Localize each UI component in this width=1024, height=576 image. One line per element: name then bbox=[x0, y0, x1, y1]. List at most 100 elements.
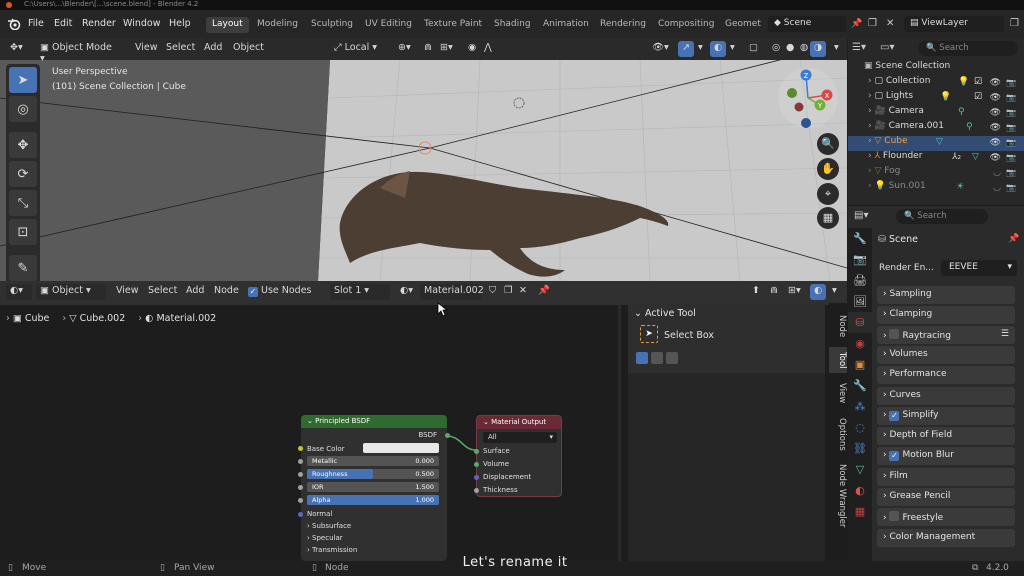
render-camera-icon[interactable]: 📷 bbox=[1006, 108, 1016, 117]
use-nodes-toggle[interactable]: ✓ Use Nodes bbox=[244, 284, 316, 300]
section-motion-blur[interactable]: › ✓ Motion Blur bbox=[877, 447, 1015, 465]
tab-animation[interactable]: Animation bbox=[537, 17, 595, 33]
menu-window[interactable]: Window bbox=[123, 18, 160, 29]
use-nodes-checkbox[interactable]: ✓ bbox=[248, 287, 258, 297]
freestyle-checkbox[interactable] bbox=[889, 511, 900, 521]
subsurface-panel[interactable]: › Subsurface bbox=[307, 522, 351, 530]
gizmo-toggle-icon[interactable]: ↗ bbox=[678, 41, 694, 57]
tab-shading[interactable]: Shading bbox=[488, 17, 537, 33]
render-camera-icon[interactable]: 📷 bbox=[1006, 93, 1016, 102]
displacement-socket[interactable] bbox=[474, 475, 479, 480]
node-snap-target-icon[interactable]: ⊞▾ bbox=[784, 284, 805, 300]
render-tab-icon[interactable]: 📷 bbox=[848, 249, 872, 270]
exclude-checkbox-icon[interactable]: ☑ bbox=[974, 77, 982, 87]
constraints-tab-icon[interactable]: ⛓ bbox=[848, 438, 872, 459]
blender-logo-icon[interactable] bbox=[7, 18, 21, 30]
tab-geometry-nodes[interactable]: Geomet bbox=[719, 17, 767, 33]
view-layer-tab-icon[interactable]: 🖼 bbox=[848, 291, 872, 312]
section-freestyle[interactable]: › Freestyle bbox=[877, 508, 1015, 526]
scene-selector[interactable]: ◆ Scene bbox=[768, 16, 846, 32]
tab-options[interactable]: Options bbox=[829, 413, 847, 455]
volume-socket[interactable] bbox=[474, 462, 479, 467]
alpha-socket[interactable] bbox=[298, 498, 303, 503]
roughness-socket[interactable] bbox=[298, 472, 303, 477]
slot-dropdown[interactable]: Slot 1 ▾ bbox=[330, 284, 390, 300]
overlays-toggle-icon[interactable]: ◐ bbox=[710, 41, 727, 57]
tab-modeling[interactable]: Modeling bbox=[251, 17, 304, 33]
scene-tab-icon[interactable]: ⛁ bbox=[848, 312, 872, 333]
viewport-menu-select[interactable]: Select bbox=[162, 41, 199, 57]
metallic-socket[interactable] bbox=[298, 459, 303, 464]
viewport-menu-object[interactable]: Object bbox=[229, 41, 268, 57]
falloff-icon[interactable]: ⋀ bbox=[480, 41, 496, 57]
outliner-item-cube[interactable]: › ▽ Cube ▽ 👁 📷 bbox=[848, 136, 1024, 151]
delete-scene-icon[interactable]: ✕ bbox=[886, 18, 894, 29]
section-sampling[interactable]: › Sampling bbox=[877, 286, 1015, 304]
unlink-material-icon[interactable]: ✕ bbox=[515, 284, 531, 300]
section-color-management[interactable]: › Color Management bbox=[877, 529, 1015, 547]
thickness-socket[interactable] bbox=[474, 488, 479, 493]
node-header[interactable]: ⌄ Material Output bbox=[477, 416, 561, 429]
menu-file[interactable]: File bbox=[28, 18, 44, 29]
visibility-eye-icon[interactable]: 👁 bbox=[990, 153, 1001, 163]
menu-render[interactable]: Render bbox=[82, 18, 116, 29]
view-layer-add-icon[interactable]: ❐ bbox=[1010, 18, 1019, 29]
hidden-eye-icon[interactable]: ◡ bbox=[993, 168, 1001, 178]
outliner-editor-icon[interactable]: ☰▾ bbox=[852, 42, 866, 53]
visibility-eye-icon[interactable]: 👁 bbox=[990, 93, 1001, 103]
section-depth-of-field[interactable]: › Depth of Field bbox=[877, 427, 1015, 445]
render-engine-dropdown[interactable]: EEVEE ▾ bbox=[941, 260, 1017, 276]
scale-tool-icon[interactable]: ⤡ bbox=[9, 190, 37, 216]
node-overlays-dropdown-icon[interactable]: ▾ bbox=[828, 284, 841, 300]
alpha-slider[interactable]: Alpha 1.000 bbox=[307, 495, 439, 505]
overlays-dropdown-icon[interactable]: ▾ bbox=[726, 41, 739, 57]
node-parent-icon[interactable]: ⬆ bbox=[748, 284, 764, 300]
tab-compositing[interactable]: Compositing bbox=[652, 17, 720, 33]
section-simplify[interactable]: › ✓ Simplify bbox=[877, 407, 1015, 425]
viewport-menu-view[interactable]: View bbox=[131, 41, 162, 57]
tab-node[interactable]: Node bbox=[829, 311, 847, 341]
tab-texture-paint[interactable]: Texture Paint bbox=[418, 17, 488, 33]
pan-hand-icon[interactable]: ✋ bbox=[817, 158, 839, 180]
tab-rendering[interactable]: Rendering bbox=[594, 17, 652, 33]
outliner-item-lights[interactable]: › ▢ Lights 💡 ☑ 👁 📷 bbox=[848, 91, 1024, 106]
outliner-item-camera-001[interactable]: › 🎥 Camera.001 ⚲ 👁 📷 bbox=[848, 121, 1024, 136]
raytracing-checkbox[interactable] bbox=[889, 329, 900, 339]
visibility-eye-icon[interactable]: 👁 bbox=[990, 108, 1001, 118]
section-volumes[interactable]: › Volumes bbox=[877, 346, 1015, 364]
normal-socket[interactable] bbox=[298, 512, 303, 517]
object-mode-dropdown[interactable]: ▣ Object Mode ▾ bbox=[36, 41, 122, 64]
physics-tab-icon[interactable]: ◌ bbox=[848, 417, 872, 438]
outliner-search-input[interactable]: 🔍 Search bbox=[918, 41, 1018, 56]
list-options-icon[interactable]: ☰ bbox=[1001, 329, 1009, 339]
properties-editor-icon[interactable]: ▤▾ bbox=[854, 210, 868, 221]
section-film[interactable]: › Film bbox=[877, 468, 1015, 486]
render-camera-icon[interactable]: 📷 bbox=[1006, 123, 1016, 132]
snap-target-icon[interactable]: ⊞▾ bbox=[436, 41, 457, 57]
material-name-field[interactable]: Material.002 bbox=[420, 284, 484, 300]
select-mode-extend-icon[interactable] bbox=[651, 352, 663, 364]
transform-tool-icon[interactable]: ⊡ bbox=[9, 219, 37, 245]
transform-orientation-dropdown[interactable]: ⤢ Local ▾ bbox=[330, 41, 386, 57]
section-curves[interactable]: › Curves bbox=[877, 387, 1015, 405]
navigation-gizmo[interactable]: Z X Y bbox=[775, 65, 841, 131]
render-camera-icon[interactable]: 📷 bbox=[1006, 183, 1016, 192]
node-snap-icon[interactable]: ⋒ bbox=[766, 284, 782, 300]
outliner-item-fog[interactable]: › ▽ Fog ◡ 📷 bbox=[848, 166, 1024, 181]
node-header[interactable]: ⌄ Principled BSDF bbox=[301, 415, 447, 428]
outliner-item-sun-001[interactable]: › 💡 Sun.001 ☀ ◡ 📷 bbox=[848, 181, 1024, 196]
tab-view[interactable]: View bbox=[829, 379, 847, 407]
node-menu-view[interactable]: View bbox=[112, 284, 143, 300]
section-raytracing[interactable]: › Raytracing ☰ bbox=[877, 326, 1015, 344]
move-tool-icon[interactable]: ✥ bbox=[9, 132, 37, 158]
properties-search-input[interactable]: 🔍 Search bbox=[896, 209, 988, 224]
render-camera-icon[interactable]: 📷 bbox=[1006, 168, 1016, 177]
visibility-eye-icon[interactable]: 👁 bbox=[990, 78, 1001, 88]
render-camera-icon[interactable]: 📷 bbox=[1006, 153, 1016, 162]
base-color-swatch[interactable] bbox=[363, 443, 439, 453]
section-performance[interactable]: › Performance bbox=[877, 366, 1015, 384]
new-scene-icon[interactable]: ❐ bbox=[868, 18, 877, 29]
perspective-toggle-icon[interactable]: ▦ bbox=[817, 207, 839, 229]
roughness-slider[interactable]: Roughness 0.500 bbox=[307, 469, 439, 479]
tab-uv-editing[interactable]: UV Editing bbox=[359, 17, 418, 33]
